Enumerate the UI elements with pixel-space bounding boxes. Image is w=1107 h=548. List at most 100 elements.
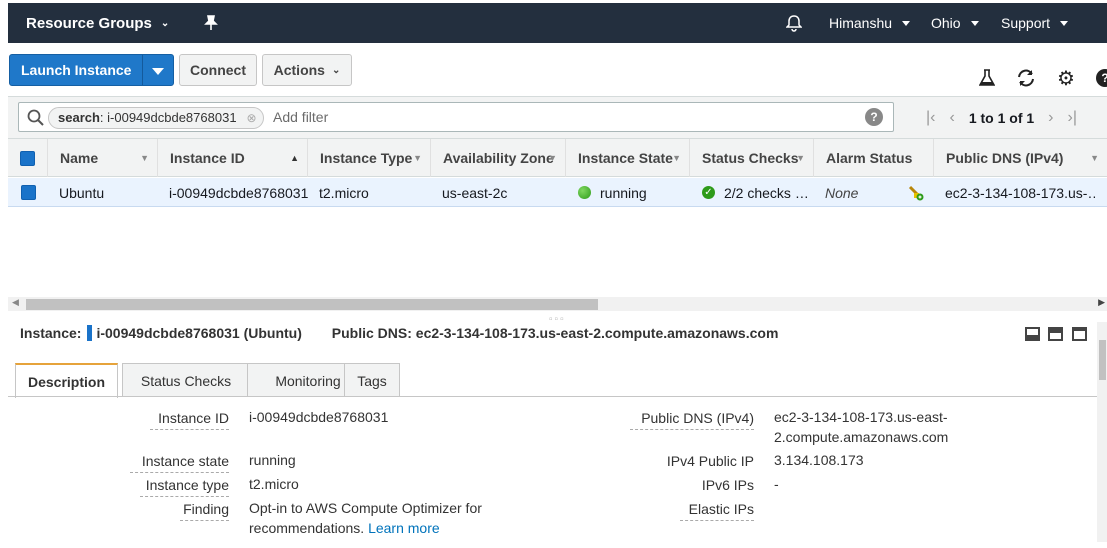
column-status-checks[interactable]: Status Checks ▼ <box>690 139 814 177</box>
panel-half-icon[interactable] <box>1048 327 1063 341</box>
details-scrollbar-thumb[interactable] <box>1099 340 1106 380</box>
caret-down-icon <box>902 20 911 26</box>
resource-groups-label: Resource Groups <box>26 14 152 32</box>
value-ipv4-public-ip: 3.134.108.173 <box>774 452 864 468</box>
launch-dropdown-icon[interactable] <box>152 68 164 75</box>
refresh-icon[interactable] <box>1014 66 1038 90</box>
label-ipv6-ips: IPv6 IPs <box>701 477 754 493</box>
column-alarm-status[interactable]: Alarm Status <box>814 139 934 177</box>
remove-filter-icon[interactable]: ⊗ <box>246 108 256 128</box>
table-row[interactable]: Ubuntu i-00949dcbde8768031 t2.micro us-e… <box>8 178 1107 207</box>
resource-groups-menu[interactable]: Resource Groups ⌄ <box>26 3 169 43</box>
column-instance-state[interactable]: Instance State ▼ <box>566 139 690 177</box>
public-dns-label: Public DNS: <box>331 325 412 341</box>
create-alarm-icon[interactable] <box>908 178 926 207</box>
help-icon[interactable]: ? <box>1093 66 1107 90</box>
filter-token-key: search <box>58 110 100 125</box>
instance-label: Instance: <box>20 325 82 341</box>
value-finding: Opt-in to AWS Compute Optimizer for reco… <box>249 500 482 536</box>
filter-token-value: : i-00949dcbde8768031 <box>99 110 237 125</box>
launch-instance-label: Launch Instance <box>21 62 132 78</box>
row-checkbox[interactable] <box>8 178 48 207</box>
column-instance-id[interactable]: Instance ID ▲ <box>158 139 308 177</box>
scroll-left-icon[interactable]: ◀ <box>12 297 19 308</box>
last-page-icon[interactable]: ›| <box>1068 109 1077 127</box>
sort-asc-icon: ▲ <box>290 153 299 163</box>
sort-icon: ▼ <box>796 153 805 163</box>
running-status-icon <box>578 186 591 199</box>
select-all-checkbox[interactable] <box>8 139 48 177</box>
tab-description[interactable]: Description <box>15 363 118 398</box>
prev-page-icon[interactable]: ‹ <box>949 109 954 127</box>
sort-icon: ▼ <box>1090 153 1099 163</box>
support-label: Support <box>1001 15 1051 31</box>
instances-grid: search: i-00949dcbde8768031 ⊗ Add filter… <box>8 96 1107 325</box>
horizontal-scrollbar-thumb[interactable] <box>26 299 598 310</box>
resize-handle[interactable]: ▫▫▫ <box>549 314 566 325</box>
value-instance-id: i-00949dcbde8768031 <box>249 409 389 425</box>
value-instance-state: running <box>249 452 296 468</box>
gear-icon[interactable]: ⚙ <box>1054 66 1078 90</box>
cell-availability-zone: us-east-2c <box>442 184 508 201</box>
filter-help-icon[interactable]: ? <box>865 108 883 126</box>
check-ok-icon: ✓ <box>702 186 715 199</box>
sort-icon: ▼ <box>548 153 557 163</box>
value-public-dns: ec2-3-134-108-173.us-east- 2.compute.ama… <box>774 409 949 445</box>
value-instance-type: t2.micro <box>249 476 299 492</box>
filter-bar: search: i-00949dcbde8768031 ⊗ Add filter… <box>8 97 1107 139</box>
support-menu[interactable]: Support <box>1001 3 1069 43</box>
top-nav: Resource Groups ⌄ Himanshu Ohio Support <box>8 3 1107 43</box>
add-filter-placeholder[interactable]: Add filter <box>273 109 328 125</box>
label-elastic-ips: Elastic IPs <box>680 501 754 521</box>
label-public-dns: Public DNS (IPv4) <box>630 410 754 430</box>
region-menu[interactable]: Ohio <box>931 3 979 43</box>
horizontal-scrollbar[interactable]: ◀ ▶ <box>8 297 1107 311</box>
first-page-icon[interactable]: |‹ <box>926 109 935 127</box>
bell-icon[interactable] <box>786 3 802 43</box>
search-filter-input[interactable]: search: i-00949dcbde8768031 ⊗ Add filter… <box>18 102 894 132</box>
label-finding: Finding <box>180 501 229 521</box>
details-vertical-scrollbar[interactable] <box>1097 322 1107 542</box>
label-instance-type: Instance type <box>140 477 229 497</box>
sort-icon: ▼ <box>413 153 422 163</box>
caret-down-icon <box>970 20 979 26</box>
column-instance-type[interactable]: Instance Type ▼ <box>308 139 431 177</box>
launch-instance-button[interactable]: Launch Instance <box>9 54 174 86</box>
label-ipv4-public-ip: IPv4 Public IP <box>666 453 754 469</box>
pin-icon[interactable] <box>204 3 218 43</box>
user-menu[interactable]: Himanshu <box>829 3 911 43</box>
connect-button[interactable]: Connect <box>179 54 257 86</box>
cell-instance-id: i-00949dcbde8768031 <box>169 184 309 201</box>
chevron-down-icon: ⌄ <box>331 64 341 76</box>
cell-instance-state: running <box>578 178 647 207</box>
actions-button[interactable]: Actions ⌄ <box>262 54 352 86</box>
label-instance-id: Instance ID <box>150 410 229 430</box>
page-range: 1 to 1 of 1 <box>968 110 1035 126</box>
tab-divider <box>8 396 1098 397</box>
column-name[interactable]: Name ▼ <box>48 139 158 177</box>
scroll-right-icon[interactable]: ▶ <box>1098 297 1105 308</box>
region-name: Ohio <box>931 15 961 31</box>
cell-alarm-status: None <box>825 184 859 201</box>
panel-maximize-icon[interactable] <box>1072 327 1087 341</box>
tab-status-checks[interactable]: Status Checks <box>122 363 250 397</box>
search-icon <box>27 109 44 126</box>
connect-label: Connect <box>190 62 246 78</box>
column-public-dns[interactable]: Public DNS (IPv4) ▼ <box>934 139 1107 177</box>
table-header: Name ▼ Instance ID ▲ Instance Type ▼ Availa… <box>8 139 1107 177</box>
chevron-down-icon: ⌄ <box>160 17 170 29</box>
instance-summary: i-00949dcbde8768031 (Ubuntu) <box>96 325 302 341</box>
details-header: Instance: i-00949dcbde8768031 (Ubuntu) Pu… <box>20 325 778 341</box>
cell-instance-type: t2.micro <box>319 184 369 201</box>
next-page-icon[interactable]: › <box>1048 109 1053 127</box>
flask-icon[interactable] <box>975 66 999 90</box>
instance-marker <box>87 325 93 341</box>
filter-token[interactable]: search: i-00949dcbde8768031 ⊗ <box>48 107 264 129</box>
tab-tags[interactable]: Tags <box>344 363 400 397</box>
column-availability-zone[interactable]: Availability Zone ▼ <box>431 139 566 177</box>
panel-minimize-icon[interactable] <box>1025 327 1040 341</box>
caret-down-icon <box>1060 20 1069 26</box>
value-ipv6-ips: - <box>774 476 779 492</box>
sort-icon: ▼ <box>672 153 681 163</box>
learn-more-link[interactable]: Learn more <box>368 520 440 536</box>
